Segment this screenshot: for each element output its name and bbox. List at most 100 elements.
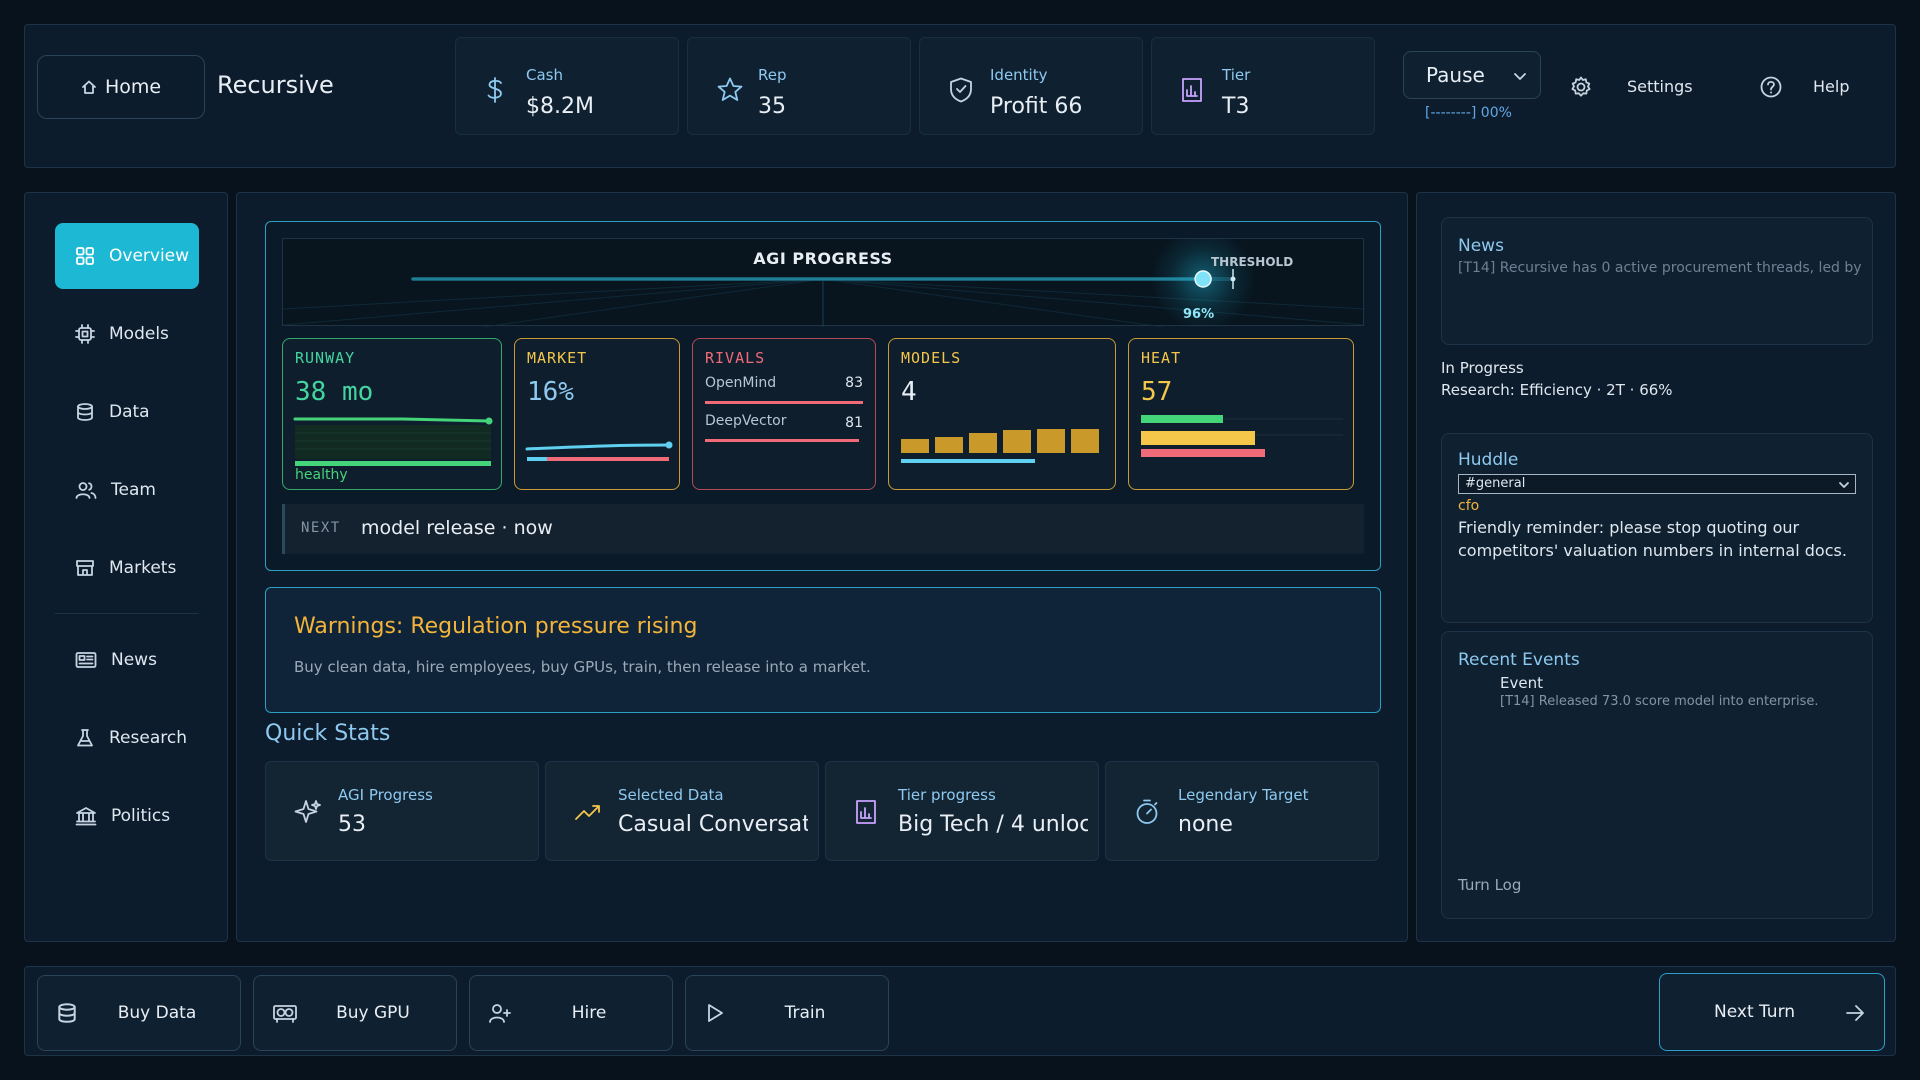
quick-stat-label: Legendary Target — [1178, 786, 1309, 804]
settings-button[interactable]: Settings — [1627, 77, 1693, 96]
buy-data-label: Buy Data — [117, 1003, 197, 1023]
sidebar: Overview Models Data Team Markets News R… — [24, 192, 228, 942]
help-button[interactable]: Help — [1813, 77, 1849, 96]
huddle-channel-value: #general — [1465, 476, 1526, 491]
heat-bars — [1141, 415, 1343, 457]
buy-gpu-label: Buy GPU — [336, 1003, 410, 1023]
event-header: Event — [1500, 674, 1543, 692]
hire-label: Hire — [571, 1003, 607, 1023]
quick-stat-legendary-target: Legendary Target none — [1105, 761, 1379, 861]
home-label: Home — [104, 76, 162, 98]
bank-icon — [75, 807, 97, 826]
stat-label: Cash — [526, 66, 563, 84]
quick-stat-label: Selected Data — [618, 786, 724, 804]
models-bars — [901, 429, 1099, 463]
turn-log-link[interactable]: Turn Log — [1458, 876, 1521, 894]
quick-stat-value: 53 — [338, 812, 366, 837]
threshold-marker — [1230, 276, 1236, 282]
turn-progress-text: [--------] 00% — [1425, 105, 1512, 121]
shield-icon — [950, 77, 972, 103]
sidebar-item-label: Models — [109, 324, 169, 344]
sidebar-item-research[interactable]: Research — [55, 705, 199, 771]
sidebar-item-label: Data — [109, 402, 150, 422]
gear-icon[interactable] — [1569, 75, 1593, 99]
recent-events-title: Recent Events — [1458, 650, 1580, 670]
huddle-card: Huddle #general cfo Friendly reminder: p… — [1441, 433, 1873, 623]
next-label: NEXT — [301, 520, 341, 536]
stat-label: Rep — [758, 66, 787, 84]
event-item: [T14] Released 73.0 score model into ent… — [1500, 694, 1819, 709]
agi-progress-marker — [1194, 270, 1212, 288]
stat-value: 35 — [758, 94, 786, 119]
rival-bar — [705, 439, 859, 442]
main-panel: AGI PROGRESS THRESHOLD 96% RUNWAY 38 mo … — [236, 192, 1408, 942]
chart-icon — [856, 800, 876, 824]
stat-rep: Rep 35 — [687, 37, 911, 135]
runway-status: healthy — [295, 467, 348, 483]
store-icon — [76, 560, 94, 576]
right-panel: News [T14] Recursive has 0 active procur… — [1416, 192, 1896, 942]
sidebar-item-overview[interactable]: Overview — [55, 223, 199, 289]
runway-card[interactable]: RUNWAY 38 mo healthy — [282, 338, 502, 490]
threshold-label: THRESHOLD — [1211, 255, 1294, 269]
quick-stat-value: none — [1178, 812, 1233, 837]
warning-title: Warnings: Regulation pressure rising — [294, 614, 698, 639]
buy-data-button[interactable]: Buy Data — [37, 975, 241, 1051]
chip-icon — [75, 324, 95, 344]
agi-progress-track: AGI PROGRESS THRESHOLD 96% — [282, 238, 1365, 327]
quick-stat-tier-progress: Tier progress Big Tech / 4 unlock — [825, 761, 1099, 861]
database-icon — [77, 403, 93, 421]
rival-bar — [705, 401, 863, 404]
recent-events-card: Recent Events Event [T14] Released 73.0 … — [1441, 631, 1873, 919]
stat-identity: Identity Profit 66 — [919, 37, 1143, 135]
sidebar-item-models[interactable]: Models — [55, 301, 199, 367]
flask-icon — [77, 729, 93, 747]
sidebar-item-politics[interactable]: Politics — [55, 783, 199, 849]
sidebar-item-markets[interactable]: Markets — [55, 535, 199, 601]
trend-icon — [575, 805, 600, 820]
sparkle-icon — [294, 800, 321, 823]
agi-progress-panel: AGI PROGRESS THRESHOLD 96% RUNWAY 38 mo … — [265, 221, 1381, 571]
sidebar-item-data[interactable]: Data — [55, 379, 199, 445]
market-sparkline — [525, 441, 673, 461]
chart-icon — [1182, 78, 1202, 102]
agi-progress-title: AGI PROGRESS — [753, 249, 893, 268]
news-title: News — [1458, 236, 1504, 256]
warning-text: Buy clean data, hire employees, buy GPUs… — [294, 658, 871, 676]
train-button[interactable]: Train — [685, 975, 889, 1051]
sidebar-item-team[interactable]: Team — [55, 457, 199, 523]
models-card[interactable]: MODELS 4 — [888, 338, 1116, 490]
huddle-channel-select[interactable]: #general — [1458, 474, 1856, 494]
in-progress-title: In Progress — [1441, 359, 1524, 377]
stat-label: Identity — [990, 66, 1048, 84]
arrow-right-icon — [1846, 1005, 1864, 1021]
next-turn-button[interactable]: Next Turn — [1659, 973, 1885, 1051]
quick-stat-value: Casual Conversation — [618, 812, 808, 837]
quick-stat-label: Tier progress — [898, 786, 996, 804]
home-icon — [82, 80, 96, 94]
rival-score: 83 — [845, 375, 863, 391]
help-icon[interactable] — [1759, 75, 1783, 99]
train-label: Train — [784, 1003, 826, 1023]
quick-stat-label: AGI Progress — [338, 786, 433, 804]
agi-progress-percent: 96% — [1183, 307, 1215, 322]
market-card[interactable]: MARKET 16% — [514, 338, 680, 490]
sidebar-item-news[interactable]: News — [55, 627, 199, 693]
sidebar-divider — [55, 613, 199, 614]
buy-gpu-button[interactable]: Buy GPU — [253, 975, 457, 1051]
next-turn-label: Next Turn — [1714, 1002, 1796, 1022]
stat-tier: Tier T3 — [1151, 37, 1375, 135]
stat-label: Tier — [1222, 66, 1251, 84]
top-bar: Home Recursive Cash $8.2M Rep 35 Identit… — [24, 24, 1896, 168]
heat-card[interactable]: HEAT 57 — [1128, 338, 1354, 490]
speed-select[interactable]: Pause — [1403, 51, 1541, 99]
home-button[interactable]: Home — [37, 55, 205, 119]
rivals-title: RIVALS — [705, 349, 766, 367]
news-card[interactable]: News [T14] Recursive has 0 active procur… — [1441, 217, 1873, 345]
huddle-message-text: Friendly reminder: please stop quoting o… — [1458, 518, 1847, 560]
quick-stat-value: Big Tech / 4 unlock — [898, 812, 1088, 837]
rivals-card[interactable]: RIVALS OpenMind 83 DeepVector 81 — [692, 338, 876, 490]
chevron-down-icon — [1514, 73, 1526, 80]
hire-button[interactable]: Hire — [469, 975, 673, 1051]
speed-select-value: Pause — [1426, 63, 1485, 87]
